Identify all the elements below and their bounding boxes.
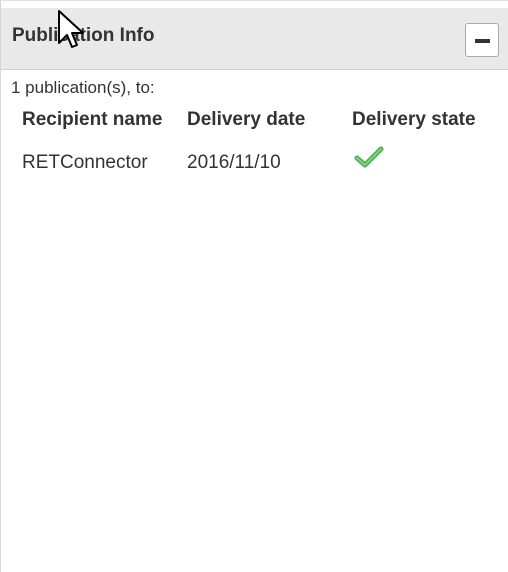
collapse-button[interactable] [465,23,499,57]
delivery-date-cell: 2016/11/10 [187,152,281,173]
check-icon [354,146,384,168]
mouse-pointer-icon [58,10,84,48]
publication-summary: 1 publication(s), to: [11,78,155,97]
column-header-recipient-name[interactable]: Recipient name [22,109,180,131]
minus-icon [475,39,490,43]
recipient-name-cell: RETConnector [22,152,148,173]
publication-info-panel: Publication Info 1 publication(s), to: R… [0,0,508,572]
column-header-delivery-state[interactable]: Delivery state [352,109,508,131]
column-header-delivery-date[interactable]: Delivery date [187,109,347,131]
